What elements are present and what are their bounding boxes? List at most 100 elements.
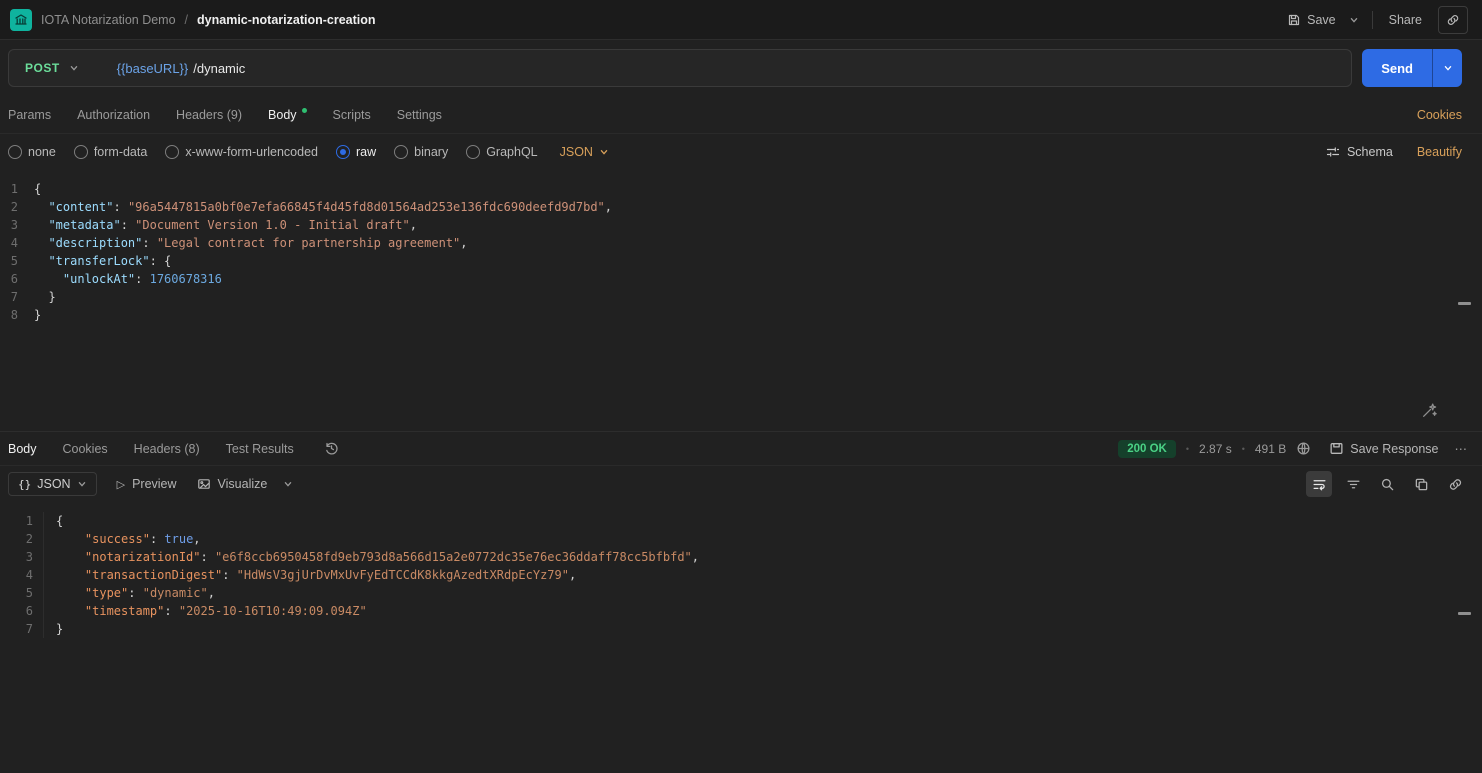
app-logo[interactable] [10, 9, 32, 31]
tab-settings[interactable]: Settings [397, 108, 442, 122]
request-url-bar: POST {{baseURL}} /dynamic Send [0, 40, 1482, 96]
code-text: "transactionDigest": "HdWsV3gjUrDvMxUvFy… [56, 566, 576, 584]
status-badge[interactable]: 200 OK [1118, 440, 1176, 458]
send-button[interactable]: Send [1362, 49, 1432, 87]
send-button-group: Send [1362, 49, 1462, 87]
response-tab-test-results[interactable]: Test Results [226, 442, 294, 456]
line-number: 2 [0, 198, 34, 216]
line-number: 1 [0, 512, 44, 530]
line-number: 6 [0, 270, 34, 288]
code-line: 6 "timestamp": "2025-10-16T10:49:09.094Z… [0, 602, 1482, 620]
code-line: 1{ [0, 180, 1482, 198]
globe-icon [1296, 441, 1311, 456]
code-line: 3 "notarizationId": "e6f8ccb6950458fd9eb… [0, 548, 1482, 566]
copy-icon [1414, 477, 1429, 492]
schema-button[interactable]: Schema [1326, 145, 1393, 159]
share-button[interactable]: Share [1381, 7, 1430, 33]
radio-graphql-label: GraphQL [486, 145, 537, 159]
response-size[interactable]: 491 B [1255, 442, 1286, 456]
scrollbar-mark[interactable] [1458, 302, 1471, 305]
radio-form-data[interactable]: form-data [74, 145, 148, 159]
code-line: 5 "transferLock": { [0, 252, 1482, 270]
response-time[interactable]: 2.87 s [1199, 442, 1232, 456]
code-line: 2 "success": true, [0, 530, 1482, 548]
save-label: Save [1307, 13, 1336, 27]
sliders-icon [1326, 145, 1340, 159]
line-number: 5 [0, 584, 44, 602]
search-icon [1380, 477, 1395, 492]
wrap-text-button[interactable] [1306, 471, 1332, 497]
tab-body-label: Body [268, 108, 297, 122]
breadcrumb-request-name[interactable]: dynamic-notarization-creation [197, 13, 376, 27]
code-text[interactable]: "transferLock": { [34, 252, 171, 270]
code-text[interactable]: "metadata": "Document Version 1.0 - Init… [34, 216, 417, 234]
response-format-selector[interactable]: {} JSON [8, 472, 97, 496]
response-tab-headers[interactable]: Headers (8) [134, 442, 200, 456]
code-line: 8} [0, 306, 1482, 324]
beautify-button[interactable]: Beautify [1417, 145, 1462, 159]
response-body-viewer: 1{2 "success": true,3 "notarizationId": … [0, 502, 1482, 773]
save-button[interactable]: Save [1279, 7, 1344, 33]
code-text[interactable]: { [34, 180, 41, 198]
copy-link-button[interactable] [1438, 6, 1468, 34]
chevron-down-icon [1349, 15, 1359, 25]
code-line: 1{ [0, 512, 1482, 530]
code-text[interactable]: "description": "Legal contract for partn… [34, 234, 468, 252]
postbot-icon[interactable] [1421, 402, 1438, 419]
tab-params[interactable]: Params [8, 108, 51, 122]
radio-raw[interactable]: raw [336, 145, 376, 159]
url-input[interactable]: {{baseURL}} /dynamic [117, 61, 1352, 76]
radio-circle [165, 145, 179, 159]
radio-none[interactable]: none [8, 145, 56, 159]
code-text[interactable]: "unlockAt": 1760678316 [34, 270, 222, 288]
code-text: { [56, 512, 63, 530]
scroll-link-button[interactable] [1442, 471, 1468, 497]
visualize-button[interactable]: Visualize [197, 477, 268, 491]
filter-lines-icon [1346, 477, 1361, 492]
request-body-editor[interactable]: 1{2 "content": "96a5447815a0bf0e7efa6684… [0, 170, 1482, 432]
body-type-actions: Schema Beautify [1326, 145, 1462, 159]
radio-x-www-form-urlencoded[interactable]: x-www-form-urlencoded [165, 145, 318, 159]
chevron-down-icon [1443, 63, 1453, 73]
send-options-caret[interactable] [1432, 49, 1462, 87]
copy-response-button[interactable] [1408, 471, 1434, 497]
filter-button[interactable] [1340, 471, 1366, 497]
code-line: 4 "description": "Legal contract for par… [0, 234, 1482, 252]
response-view-options-caret[interactable] [283, 479, 293, 489]
line-number: 7 [0, 288, 34, 306]
preview-button[interactable]: ▷ Preview [117, 477, 177, 491]
tab-body[interactable]: Body [268, 108, 307, 122]
code-text[interactable]: "content": "96a5447815a0bf0e7efa66845f4d… [34, 198, 612, 216]
code-line: 7 } [0, 288, 1482, 306]
cookies-link[interactable]: Cookies [1417, 108, 1462, 122]
response-tab-cookies[interactable]: Cookies [63, 442, 108, 456]
network-info-button[interactable] [1296, 441, 1311, 456]
response-history-button[interactable] [324, 441, 339, 456]
method-selector[interactable]: POST [9, 61, 91, 75]
radio-graphql[interactable]: GraphQL [466, 145, 537, 159]
code-text[interactable]: } [34, 288, 56, 306]
scrollbar-mark[interactable] [1458, 612, 1471, 615]
tab-scripts[interactable]: Scripts [333, 108, 371, 122]
radio-binary[interactable]: binary [394, 145, 448, 159]
tab-authorization[interactable]: Authorization [77, 108, 150, 122]
breadcrumb-workspace[interactable]: IOTA Notarization Demo [41, 13, 176, 27]
search-button[interactable] [1374, 471, 1400, 497]
raw-language-selector[interactable]: JSON [560, 145, 609, 159]
radio-circle [466, 145, 480, 159]
response-more-options-button[interactable]: ⋯ [1455, 441, 1469, 456]
response-tab-body[interactable]: Body [8, 442, 37, 456]
radio-circle [8, 145, 22, 159]
code-text: } [56, 620, 63, 638]
chevron-down-icon [69, 63, 79, 73]
request-code: 1{2 "content": "96a5447815a0bf0e7efa6684… [0, 180, 1482, 324]
save-dropdown-caret[interactable] [1344, 9, 1364, 31]
save-response-button[interactable]: Save Response [1329, 441, 1438, 456]
topbar-divider [1372, 11, 1373, 29]
request-tabs: Params Authorization Headers (9) Body Sc… [0, 96, 1482, 134]
response-code: 1{2 "success": true,3 "notarizationId": … [0, 512, 1482, 638]
tab-headers[interactable]: Headers (9) [176, 108, 242, 122]
sparkle-wand-icon [1421, 402, 1438, 419]
code-line: 7} [0, 620, 1482, 638]
code-text[interactable]: } [34, 306, 41, 324]
